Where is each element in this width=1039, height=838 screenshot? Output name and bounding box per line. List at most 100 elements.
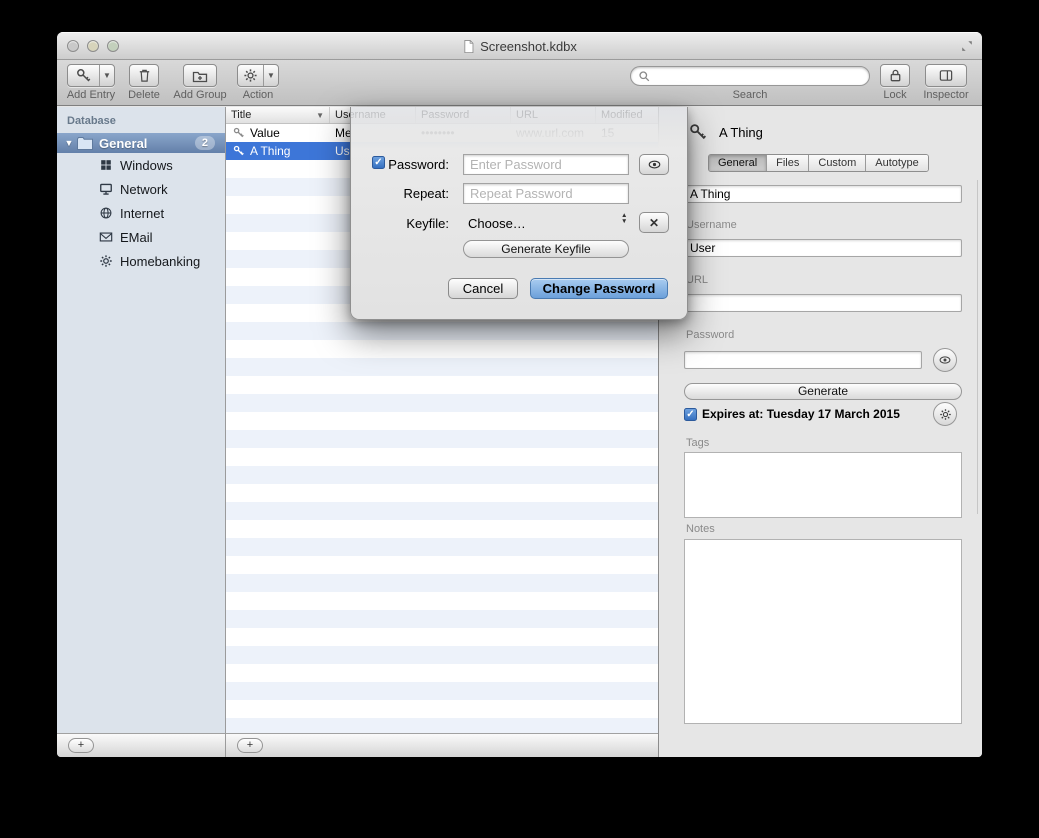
password-input[interactable] (463, 154, 629, 175)
eye-icon (647, 157, 662, 172)
tab-autotype[interactable]: Autotype (866, 155, 927, 171)
entry-title: A Thing (250, 144, 290, 158)
envelope-icon (99, 230, 113, 244)
change-password-sheet: ✓ Password: Repeat: Keyfile: Choose… ▲▼ … (350, 107, 688, 320)
sidebar-item-windows[interactable]: Windows (57, 153, 225, 177)
add-entry-button[interactable]: ▼ (67, 64, 115, 87)
clear-keyfile-button[interactable]: ✕ (639, 212, 669, 233)
repeat-label: Repeat: (381, 186, 449, 201)
title-field[interactable] (684, 185, 962, 203)
username-field[interactable] (684, 239, 962, 257)
minimize-button[interactable] (87, 40, 99, 52)
sidebar-header: Database (57, 107, 225, 131)
sidebar-item-label: Internet (120, 206, 164, 221)
chevron-down-icon[interactable]: ▼ (99, 65, 114, 86)
inspector-tabs: General Files Custom Autotype (708, 154, 929, 172)
windows-icon (99, 158, 113, 172)
sidebar-item-label: General (99, 136, 147, 151)
sidebar-item-homebanking[interactable]: Homebanking (57, 249, 225, 273)
app-window: Screenshot.kdbx ▼ Add Entry Delete (57, 32, 982, 757)
sidebar-bottom-bar: + (57, 733, 226, 757)
internet-globe-icon (99, 206, 113, 220)
expires-label: Expires at: Tuesday 17 March 2015 (702, 407, 900, 421)
password-label: Password (686, 329, 734, 341)
sidebar-item-label: Network (120, 182, 168, 197)
inspector-label: Inspector (916, 89, 976, 101)
close-button[interactable] (67, 40, 79, 52)
popup-stepper-icon[interactable]: ▲▼ (621, 213, 627, 225)
toolbar: ▼ Add Entry Delete Add Group ▼ (57, 60, 982, 106)
lock-icon (888, 68, 903, 83)
zoom-button[interactable] (107, 40, 119, 52)
inspector-panel-icon (938, 68, 954, 83)
show-password-button[interactable] (933, 348, 957, 372)
search-input[interactable] (655, 69, 862, 83)
document-icon (462, 39, 475, 54)
sidebar-item-general[interactable]: ▼ General 2 (57, 133, 225, 153)
generate-password-button[interactable]: Generate (684, 383, 962, 400)
entry-count-badge: 2 (195, 136, 215, 150)
inspector-entry-title: A Thing (719, 125, 763, 140)
delete-button[interactable] (129, 64, 159, 87)
url-field[interactable] (684, 294, 962, 312)
change-password-button[interactable]: Change Password (530, 278, 668, 299)
key-icon (689, 123, 708, 142)
sidebar-item-network[interactable]: Network (57, 177, 225, 201)
generate-keyfile-button[interactable]: Generate Keyfile (463, 240, 629, 258)
tab-general[interactable]: General (709, 155, 767, 171)
expires-settings-button[interactable] (933, 402, 957, 426)
action-button[interactable]: ▼ (237, 64, 279, 87)
add-entry-plus-button[interactable]: + (237, 738, 263, 753)
titlebar: Screenshot.kdbx (57, 32, 982, 60)
disclosure-triangle-icon[interactable]: ▼ (61, 138, 77, 148)
fullscreen-icon[interactable] (960, 39, 974, 53)
show-password-button[interactable] (639, 154, 669, 175)
key-icon (68, 65, 99, 86)
window-title: Screenshot.kdbx (57, 32, 982, 60)
inspector-panel: A Thing General Files Custom Autotype Us… (658, 107, 982, 757)
sidebar-item-label: EMail (120, 230, 153, 245)
lock-button[interactable] (880, 64, 910, 87)
tags-label: Tags (686, 437, 709, 449)
password-field[interactable] (684, 351, 922, 369)
add-group-button[interactable] (183, 64, 217, 87)
add-entry-label: Add Entry (61, 89, 121, 101)
repeat-input[interactable] (463, 183, 629, 204)
search-label: Search (720, 89, 780, 101)
sort-indicator-icon: ▼ (316, 111, 324, 120)
tab-files[interactable]: Files (767, 155, 809, 171)
column-header-title[interactable]: Title ▼ (226, 107, 330, 123)
delete-label: Delete (119, 89, 169, 101)
sidebar-item-label: Homebanking (120, 254, 200, 269)
gear-icon (99, 254, 113, 268)
close-icon: ✕ (649, 216, 659, 230)
tags-field[interactable] (684, 452, 962, 518)
eye-icon (938, 353, 952, 367)
desktop: Screenshot.kdbx ▼ Add Entry Delete (0, 0, 1039, 838)
entry-list-bottom-bar: + (226, 733, 658, 757)
sidebar-item-email[interactable]: EMail (57, 225, 225, 249)
add-group-label: Add Group (173, 89, 227, 101)
inspector-header: A Thing (689, 123, 763, 142)
gear-icon (238, 65, 263, 86)
gear-icon (939, 408, 952, 421)
expires-row: ✓ Expires at: Tuesday 17 March 2015 (684, 407, 900, 421)
trash-icon (137, 68, 152, 83)
add-group-plus-button[interactable]: + (68, 738, 94, 753)
folder-icon (77, 137, 93, 150)
entry-title: Value (250, 126, 280, 140)
sidebar: Database ▼ General 2 Windows (57, 107, 226, 733)
notes-field[interactable] (684, 539, 962, 724)
tab-custom[interactable]: Custom (809, 155, 866, 171)
scrollbar-track[interactable] (977, 180, 978, 514)
inspector-button[interactable] (925, 64, 967, 87)
keyfile-popup[interactable]: Choose… (468, 216, 526, 231)
chevron-down-icon[interactable]: ▼ (263, 65, 278, 86)
expires-checkbox[interactable]: ✓ (684, 408, 697, 421)
password-label: Password: (381, 157, 449, 172)
search-field[interactable] (630, 66, 870, 86)
sidebar-item-internet[interactable]: Internet (57, 201, 225, 225)
folder-plus-icon (192, 68, 208, 84)
cancel-button[interactable]: Cancel (448, 278, 518, 299)
notes-label: Notes (686, 523, 715, 535)
